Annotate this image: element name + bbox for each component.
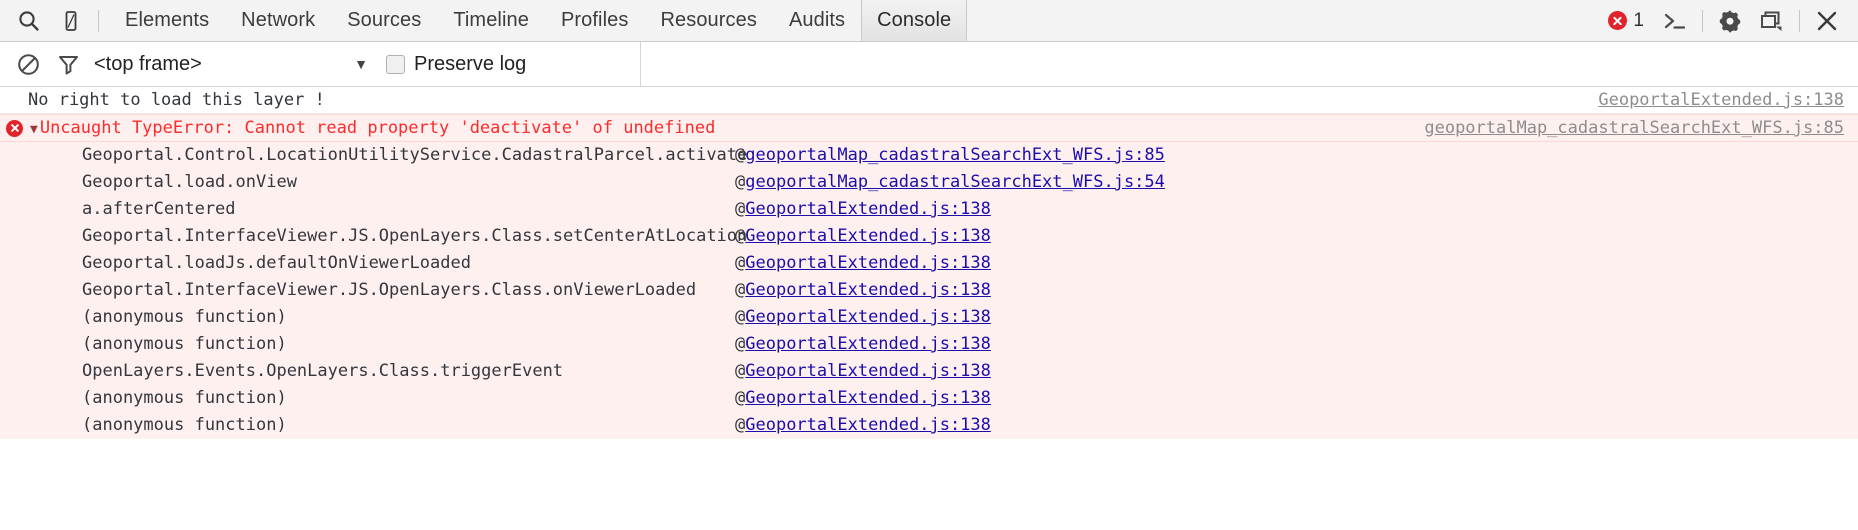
toolbar-divider-right [1702,9,1703,32]
stack-frame-function: Geoportal.load.onView [82,172,297,192]
device-mode-icon[interactable] [50,0,92,41]
stack-frame-link[interactable]: geoportalMap_cadastralSearchExt_WFS.js:8… [745,145,1165,165]
devtools-toolbar: Elements Network Sources Timeline Profil… [0,0,1858,42]
console-message-list[interactable]: No right to load this layer ! GeoportalE… [0,87,1858,530]
console-error-row[interactable]: ▼ Uncaught TypeError: Cannot read proper… [0,114,1858,142]
filter-bar-divider [640,42,641,87]
tab-label: Console [877,9,952,31]
tab-label: Profiles [560,9,629,31]
stack-at-symbol: @ [735,145,746,165]
tab-resources[interactable]: Resources [644,0,773,41]
stack-frame-function: (anonymous function) [82,415,287,435]
stack-at-symbol: @ [735,172,746,192]
stack-frame-function: (anonymous function) [82,388,287,408]
toolbar-divider-close [1799,9,1800,32]
dock-side-icon[interactable] [1751,0,1793,41]
stack-frame-row[interactable]: (anonymous function) @ GeoportalExtended… [0,304,1858,331]
console-message-text: No right to load this layer ! [28,90,325,110]
console-filter-bar: <top frame> ▼ Preserve log [0,42,1858,87]
stack-frame-link[interactable]: geoportalMap_cadastralSearchExt_WFS.js:5… [745,172,1165,192]
devtools-window: Elements Network Sources Timeline Profil… [0,0,1858,530]
expand-triangle-icon[interactable]: ▼ [30,123,38,136]
toolbar-right-group: 1 [1608,0,1858,41]
stack-at-symbol: @ [735,307,746,327]
stack-frame-function: (anonymous function) [82,334,287,354]
stack-frame-row[interactable]: (anonymous function) @ GeoportalExtended… [0,331,1858,358]
stack-frame-function: Geoportal.InterfaceViewer.JS.OpenLayers.… [82,226,748,246]
close-icon[interactable] [1806,0,1848,41]
tab-label: Sources [347,9,422,31]
stack-at-symbol: @ [735,334,746,354]
tab-label: Timeline [453,9,529,31]
stack-at-symbol: @ [735,415,746,435]
stack-frame-function: a.afterCentered [82,199,236,219]
stack-frame-row[interactable]: Geoportal.InterfaceViewer.JS.OpenLayers.… [0,277,1858,304]
source-link[interactable]: GeoportalExtended.js:138 [1598,90,1844,110]
gear-icon[interactable] [1709,0,1751,41]
stack-at-symbol: @ [735,388,746,408]
console-log-row[interactable]: No right to load this layer ! GeoportalE… [0,87,1858,114]
panel-tabs: Elements Network Sources Timeline Profil… [109,0,968,41]
preserve-log-label: Preserve log [414,52,527,75]
stack-frame-row[interactable]: Geoportal.loadJs.defaultOnViewerLoaded @… [0,250,1858,277]
stack-frame-link[interactable]: GeoportalExtended.js:138 [745,226,991,246]
error-circle-icon [1608,11,1628,30]
stack-frame-link[interactable]: GeoportalExtended.js:138 [745,307,991,327]
error-count-value: 1 [1633,9,1644,31]
stack-frame-function: Geoportal.Control.LocationUtilityService… [82,145,748,165]
source-link[interactable]: geoportalMap_cadastralSearchExt_WFS.js:8… [1424,118,1844,138]
console-drawer-icon[interactable] [1654,0,1696,41]
toolbar-divider [98,9,99,32]
filter-icon[interactable] [48,43,88,85]
error-count-badge[interactable]: 1 [1608,10,1644,32]
toolbar-left-group [0,0,105,41]
tab-sources[interactable]: Sources [331,0,437,41]
stack-at-symbol: @ [735,199,746,219]
stack-frame-link[interactable]: GeoportalExtended.js:138 [745,334,991,354]
clear-console-icon[interactable] [8,43,48,85]
tab-label: Resources [660,9,757,31]
stack-at-symbol: @ [735,226,746,246]
chevron-down-icon: ▼ [354,56,368,72]
tab-elements[interactable]: Elements [109,0,225,41]
tab-audits[interactable]: Audits [773,0,861,41]
tab-label: Elements [125,9,210,31]
error-circle-icon [6,119,23,137]
stack-frame-row[interactable]: (anonymous function) @ GeoportalExtended… [0,412,1858,439]
tab-network[interactable]: Network [225,0,331,41]
stack-frame-function: Geoportal.loadJs.defaultOnViewerLoaded [82,253,471,273]
stack-frame-function: (anonymous function) [82,307,287,327]
tab-console[interactable]: Console [861,0,968,41]
stack-at-symbol: @ [735,280,746,300]
stack-frame-link[interactable]: GeoportalExtended.js:138 [745,361,991,381]
stack-frame-row[interactable]: Geoportal.Control.LocationUtilityService… [0,142,1858,169]
stack-frame-link[interactable]: GeoportalExtended.js:138 [745,253,991,273]
console-error-text: Uncaught TypeError: Cannot read property… [39,118,716,138]
stack-frame-row[interactable]: a.afterCentered @ GeoportalExtended.js:1… [0,196,1858,223]
tab-profiles[interactable]: Profiles [545,0,645,41]
tab-timeline[interactable]: Timeline [437,0,545,41]
stack-frame-row[interactable]: Geoportal.load.onView @ geoportalMap_cad… [0,169,1858,196]
frame-selector[interactable]: <top frame> ▼ [94,53,384,76]
stack-frame-row[interactable]: (anonymous function) @ GeoportalExtended… [0,385,1858,412]
stack-frame-link[interactable]: GeoportalExtended.js:138 [745,280,991,300]
frame-selector-value: <top frame> [94,52,202,75]
stack-frame-function: Geoportal.InterfaceViewer.JS.OpenLayers.… [82,280,697,300]
preserve-log-toggle[interactable]: Preserve log [386,53,526,76]
stack-at-symbol: @ [735,361,746,381]
stack-frame-row[interactable]: Geoportal.InterfaceViewer.JS.OpenLayers.… [0,223,1858,250]
stack-frame-link[interactable]: GeoportalExtended.js:138 [745,415,991,435]
stack-frame-function: OpenLayers.Events.OpenLayers.Class.trigg… [82,361,564,381]
preserve-log-checkbox[interactable] [386,54,405,74]
tab-label: Network [241,9,316,31]
stack-at-symbol: @ [735,253,746,273]
tab-label: Audits [788,9,846,31]
search-icon[interactable] [8,0,50,41]
stack-frame-link[interactable]: GeoportalExtended.js:138 [745,199,991,219]
stack-frame-row[interactable]: OpenLayers.Events.OpenLayers.Class.trigg… [0,358,1858,385]
stack-frame-link[interactable]: GeoportalExtended.js:138 [745,388,991,408]
